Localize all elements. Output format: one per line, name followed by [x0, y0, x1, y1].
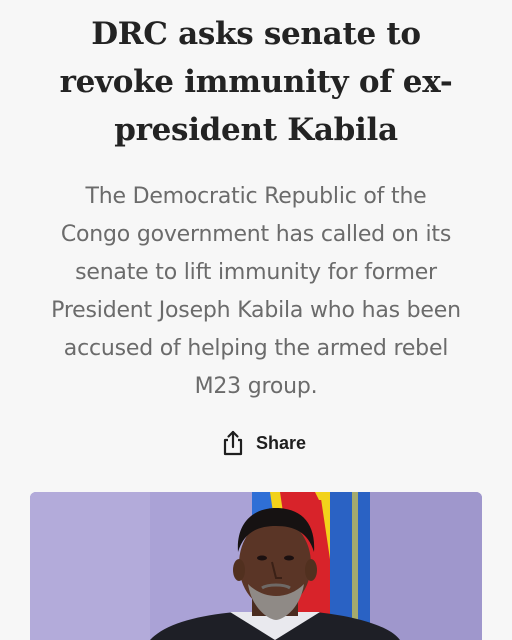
article-summary: The Democratic Republic of the Congo gov…: [51, 184, 461, 399]
article-photo: [30, 492, 482, 640]
article-headline: DRC asks senate to revoke immunity of ex…: [59, 16, 453, 148]
kabila-photo-illustration: [30, 492, 482, 640]
share-icon: [223, 430, 243, 456]
share-label: Share: [256, 432, 307, 453]
share-button[interactable]: Share: [222, 426, 306, 460]
